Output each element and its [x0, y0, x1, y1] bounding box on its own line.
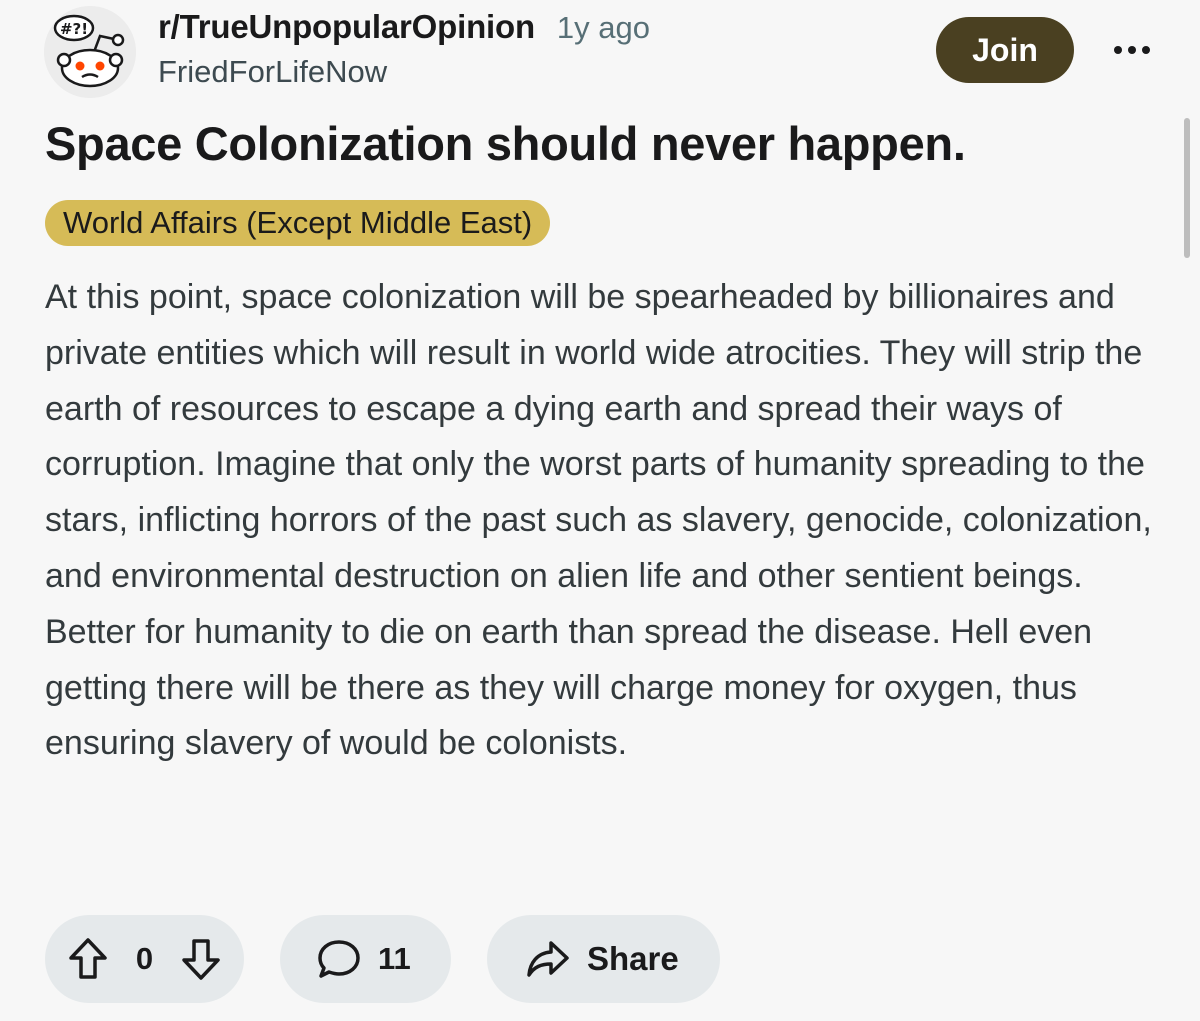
post-header: #?! r/TrueUnpopularOpinion 1y ago FriedF…	[0, 0, 1200, 110]
vote-bar: 0	[45, 915, 244, 1003]
post-body: At this point, space colonization will b…	[45, 278, 1152, 763]
downvote-icon[interactable]	[180, 937, 222, 981]
dot	[1128, 46, 1136, 54]
subreddit-avatar[interactable]: #?!	[44, 6, 136, 98]
post-flair[interactable]: World Affairs (Except Middle East)	[45, 200, 551, 246]
subreddit-name[interactable]: r/TrueUnpopularOpinion	[158, 8, 535, 46]
post-meta: r/TrueUnpopularOpinion 1y ago	[158, 8, 650, 48]
post-title: Space Colonization should never happen.	[45, 117, 966, 170]
comment-icon	[316, 937, 362, 981]
bubble-text: #?!	[60, 20, 88, 38]
more-options-icon[interactable]	[1104, 32, 1160, 68]
dot	[1114, 46, 1122, 54]
vote-count: 0	[135, 941, 154, 976]
share-label: Share	[587, 940, 679, 977]
author-name[interactable]: FriedForLifeNow	[158, 54, 387, 90]
join-button[interactable]: Join	[936, 17, 1074, 83]
snoo-icon: #?!	[44, 6, 136, 98]
post-time: 1y ago	[556, 10, 650, 45]
dot	[1142, 46, 1150, 54]
post-actions: 0 11 Share	[45, 915, 720, 1003]
comment-count: 11	[378, 941, 411, 976]
share-button[interactable]: Share	[487, 915, 720, 1003]
upvote-icon[interactable]	[67, 937, 109, 981]
share-icon	[525, 938, 571, 980]
scrollbar[interactable]	[1184, 118, 1190, 258]
comment-button[interactable]: 11	[280, 915, 451, 1003]
